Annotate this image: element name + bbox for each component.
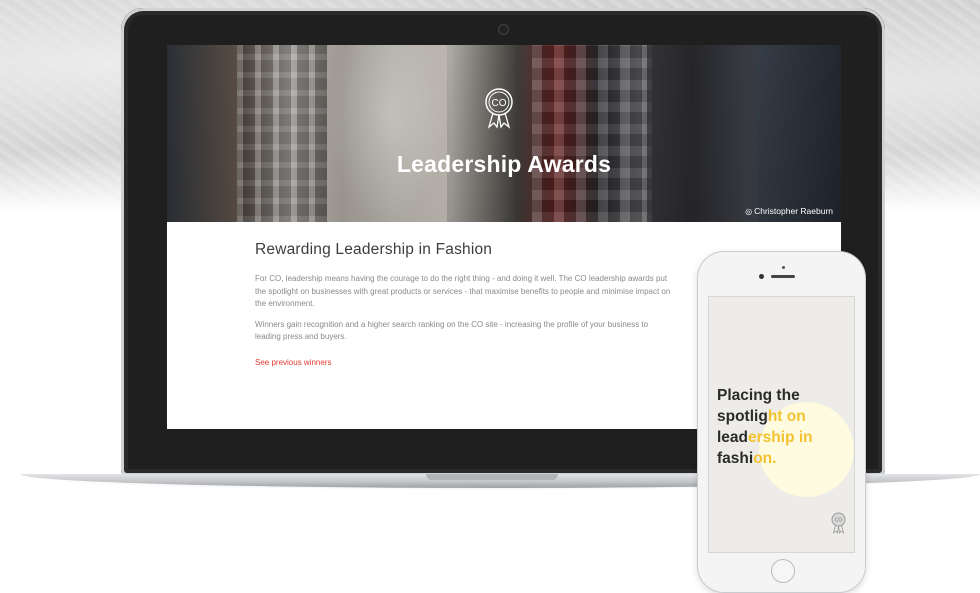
photo-credit-text: Christopher Raeburn xyxy=(754,206,833,216)
hero-photo-layer xyxy=(237,45,327,222)
laptop-notch xyxy=(426,474,558,480)
phone-device: Placing the spotlight on leadership in fash… xyxy=(698,252,865,592)
hero-logo-text: CO xyxy=(492,98,507,109)
phone-home-button[interactable] xyxy=(771,559,795,583)
intro-paragraph: For CO, leadership means having the cour… xyxy=(255,274,671,308)
laptop-camera xyxy=(499,25,508,34)
intro-section: Rewarding Leadership in Fashion For CO, … xyxy=(255,241,675,370)
tagline-line-2-highlight: ht on xyxy=(767,408,806,425)
section-heading: Rewarding Leadership in Fashion xyxy=(255,241,493,258)
hero-banner: CO Leadership Awards ◎ Christopher Raebur… xyxy=(167,45,841,222)
phone-tagline: Placing the spotlight on leadership in fash… xyxy=(717,385,813,469)
phone-logo-text: CO xyxy=(835,518,843,524)
winners-paragraph: Winners gain recognition and a higher se… xyxy=(255,319,649,342)
phone-speaker xyxy=(771,275,795,278)
hero-photo-layer xyxy=(532,45,652,222)
tagline-line-2: spotlig xyxy=(717,408,768,425)
phone-screen: Placing the spotlight on leadership in fash… xyxy=(709,297,854,552)
instagram-icon: ◎ xyxy=(745,207,753,216)
tagline-line-4-highlight: on. xyxy=(753,450,777,467)
hero-photo-layer xyxy=(327,45,447,222)
tagline-line-3-highlight: ership in xyxy=(748,429,813,446)
hero-photo-layer xyxy=(647,45,757,222)
tagline-line-3: lead xyxy=(717,429,749,446)
phone-camera xyxy=(759,274,764,279)
hero-photo-layer xyxy=(167,45,237,222)
tagline-line-4: fashi xyxy=(717,450,754,467)
photo-credit: ◎ Christopher Raeburn xyxy=(745,206,833,216)
award-rosette-icon: CO xyxy=(485,88,513,129)
see-previous-winners-link[interactable]: See previous winners xyxy=(255,358,331,367)
tagline-line-1: Placing the xyxy=(717,387,800,404)
award-rosette-icon: CO xyxy=(831,512,846,534)
phone-sensor xyxy=(782,266,785,269)
page-title: Leadership Awards xyxy=(396,151,612,177)
